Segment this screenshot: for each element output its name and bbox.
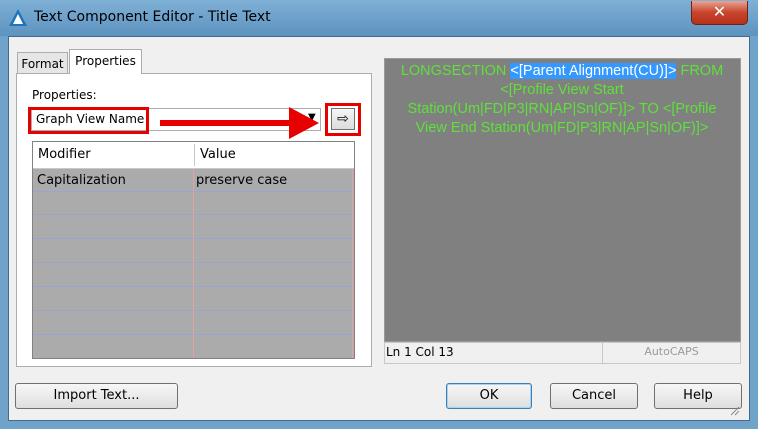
close-button[interactable]: ✕ bbox=[691, 1, 748, 25]
grid-column-line bbox=[193, 169, 194, 358]
column-header-modifier[interactable]: Modifier bbox=[38, 147, 91, 162]
annotation-arrow-head bbox=[289, 107, 319, 139]
editor-selected-text: <[Parent Alignment(CU)]> bbox=[510, 63, 677, 79]
cursor-position-status: Ln 1 Col 13 bbox=[384, 342, 603, 364]
editor-content[interactable]: LONGSECTION <[Parent Alignment(CU)]> FRO… bbox=[390, 62, 734, 138]
autocad-icon bbox=[9, 9, 27, 26]
tab-format[interactable]: Format bbox=[17, 52, 68, 74]
annotation-arrow-shaft bbox=[160, 120, 292, 126]
grid-header: Modifier Value bbox=[33, 142, 354, 169]
tab-properties[interactable]: Properties bbox=[69, 49, 142, 74]
window-title: Text Component Editor - Title Text bbox=[34, 9, 271, 25]
editor-text-before: LONGSECTION bbox=[400, 63, 511, 79]
resize-grip-icon[interactable] bbox=[728, 404, 740, 416]
column-header-value[interactable]: Value bbox=[200, 147, 236, 162]
column-divider[interactable] bbox=[194, 144, 195, 166]
modifier-grid: Modifier Value Capitalization preserve c… bbox=[32, 141, 355, 359]
insert-property-button[interactable]: ⇨ bbox=[331, 108, 355, 130]
ok-button[interactable]: OK bbox=[446, 383, 532, 409]
cancel-button[interactable]: Cancel bbox=[550, 383, 638, 409]
import-text-button[interactable]: Import Text... bbox=[15, 383, 178, 409]
table-row-modifier-cell[interactable]: Capitalization bbox=[37, 173, 126, 188]
properties-label: Properties: bbox=[32, 88, 97, 102]
autocaps-status: AutoCAPS bbox=[602, 342, 741, 364]
grid-column-line bbox=[352, 169, 353, 358]
table-row-value-cell[interactable]: preserve case bbox=[196, 173, 287, 188]
annotation-highlight-box bbox=[28, 107, 149, 134]
